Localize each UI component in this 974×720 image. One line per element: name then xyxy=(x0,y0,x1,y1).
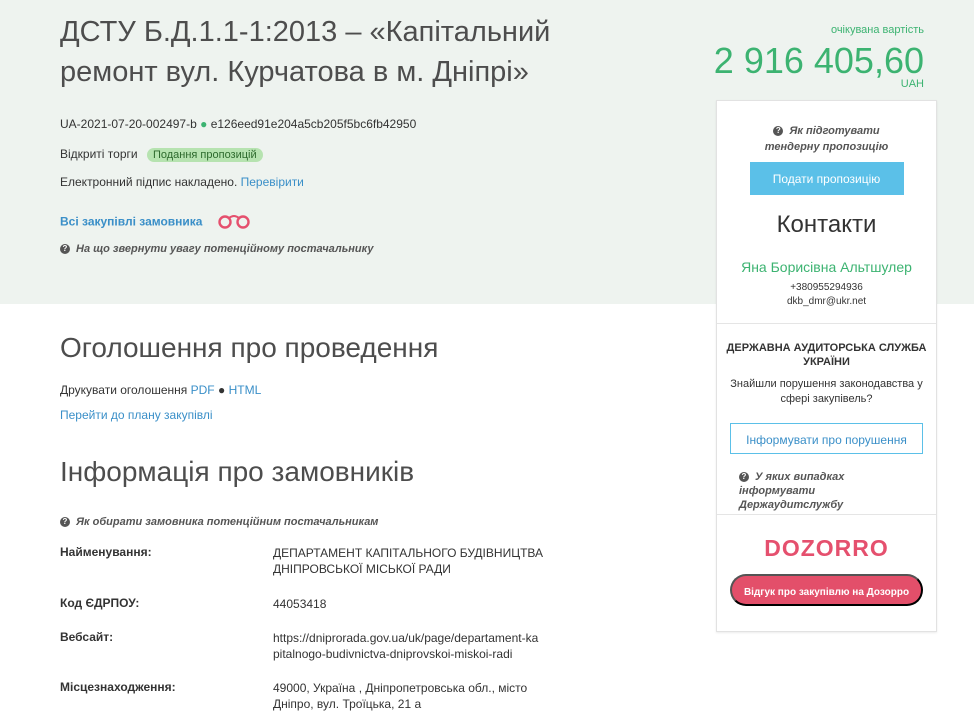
dozorro-review-button[interactable]: Відгук про закупівлю на Дозорро xyxy=(730,574,923,606)
question-icon: ? xyxy=(739,472,749,483)
signature-text: Електронний підпис накладено. xyxy=(60,175,238,189)
procedure-type: Відкриті торги xyxy=(60,147,138,161)
currency: UAH xyxy=(900,78,924,90)
sidebar-panel: ? Як підготувати тендерну пропозицію Пода… xyxy=(716,100,937,632)
question-icon: ? xyxy=(60,516,70,527)
tender-id-line: UA-2021-07-20-002497-b ● e126eed91e204a5… xyxy=(60,117,416,131)
expected-value-label: очікувана вартість xyxy=(830,24,924,36)
all-purchases-line: Всі закупівлі замовника xyxy=(60,213,252,232)
customer-address-value: 49000, Україна , Дніпропетровська обл., … xyxy=(273,681,528,711)
customer-code-label: Код ЄДРПОУ: xyxy=(60,596,140,610)
audit-text: Знайшли порушення законодавства у сфері … xyxy=(730,378,923,405)
tender-title: ДСТУ Б.Д.1.1-1:2013 – «Капітальний ремон… xyxy=(60,16,551,88)
customer-website-label: Вебсайт: xyxy=(60,630,114,644)
print-label: Друкувати оголошення xyxy=(60,383,188,397)
question-icon: ? xyxy=(773,126,784,137)
supplier-note: На що звернути увагу потенційному постач… xyxy=(76,243,374,255)
howto-link[interactable]: ? Як підготувати тендерну пропозицію xyxy=(717,123,936,155)
contact-phone[interactable]: +380955294936 xyxy=(717,282,936,293)
audit-note-link[interactable]: ? У яких випадках інформувати Держаудитсл… xyxy=(717,470,936,512)
print-pdf-link[interactable]: PDF xyxy=(191,383,215,397)
supplier-note-line[interactable]: ? На що звернути увагу потенційному поста… xyxy=(60,241,373,255)
audit-title: ДЕРЖАВНА АУДИТОРСЬКА СЛУЖБА УКРАЇНИ xyxy=(726,342,927,368)
contact-email[interactable]: dkb_dmr@ukr.net xyxy=(717,296,936,307)
print-line: Друкувати оголошення PDF ● HTML xyxy=(60,383,261,397)
report-violation-button[interactable]: Інформувати про порушення xyxy=(730,423,923,454)
expected-value: 2 916 405,60 xyxy=(713,40,924,81)
divider xyxy=(717,323,936,324)
handcuffs-icon[interactable] xyxy=(216,213,252,232)
dozorro-logo[interactable]: DOZORRO xyxy=(717,535,936,562)
print-html-link[interactable]: HTML xyxy=(229,383,262,397)
announcement-heading: Оголошення про проведення xyxy=(60,332,439,363)
verify-signature-link[interactable]: Перевірити xyxy=(241,175,304,189)
customer-heading: Інформація про замовників xyxy=(60,456,415,487)
customer-name-label: Найменування: xyxy=(60,545,152,559)
separator-dot: ● xyxy=(200,117,208,131)
divider xyxy=(717,514,936,515)
tender-id: UA-2021-07-20-002497-b xyxy=(60,117,197,131)
customer-address-label: Місцезнаходження: xyxy=(60,680,176,694)
all-purchases-link[interactable]: Всі закупівлі замовника xyxy=(60,215,202,229)
customer-note: Як обирати замовника потенційним постача… xyxy=(76,516,379,528)
customer-code-value: 44053418 xyxy=(273,597,327,611)
contacts-heading: Контакти xyxy=(776,211,877,238)
separator-dot: ● xyxy=(217,383,226,397)
procedure-line: Відкриті торги Подання пропозицій xyxy=(60,147,263,162)
contact-name: Яна Борисівна Альтшулер xyxy=(741,259,912,275)
tender-hash: e126eed91e204a5cb205f5bc6fb42950 xyxy=(210,117,417,131)
status-badge: Подання пропозицій xyxy=(146,148,263,162)
customer-note-line[interactable]: ? Як обирати замовника потенційним постач… xyxy=(60,514,378,528)
submit-proposal-button[interactable]: Подати пропозицію xyxy=(749,162,904,195)
customer-name-value: ДЕПАРТАМЕНТ КАПІТАЛЬНОГО БУДІВНИЦТВА ДНІ… xyxy=(273,546,544,576)
signature-line: Електронний підпис накладено. Перевірити xyxy=(60,175,304,189)
procurement-plan-link[interactable]: Перейти до плану закупівлі xyxy=(60,408,213,422)
question-icon: ? xyxy=(60,243,70,254)
customer-website-link[interactable]: https://dniprorada.gov.ua/uk/page/depart… xyxy=(273,630,543,662)
